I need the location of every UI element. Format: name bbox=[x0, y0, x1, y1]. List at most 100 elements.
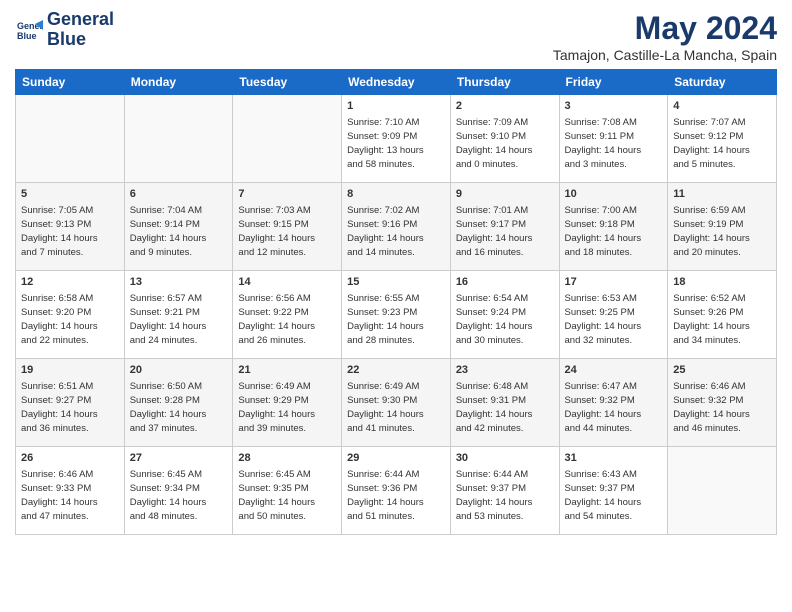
day-info: Sunrise: 6:46 AM Sunset: 9:32 PM Dayligh… bbox=[673, 381, 750, 434]
weekday-header-wednesday: Wednesday bbox=[342, 70, 451, 95]
calendar-table: SundayMondayTuesdayWednesdayThursdayFrid… bbox=[15, 69, 777, 535]
week-row-5: 26 Sunrise: 6:46 AM Sunset: 9:33 PM Dayli… bbox=[16, 447, 777, 535]
day-number: 3 bbox=[565, 99, 663, 114]
calendar-cell: 15 Sunrise: 6:55 AM Sunset: 9:23 PM Dayli… bbox=[342, 271, 451, 359]
calendar-cell: 10 Sunrise: 7:00 AM Sunset: 9:18 PM Dayli… bbox=[559, 183, 668, 271]
svg-text:Blue: Blue bbox=[17, 31, 37, 41]
day-info: Sunrise: 6:51 AM Sunset: 9:27 PM Dayligh… bbox=[21, 381, 98, 434]
day-number: 27 bbox=[130, 451, 228, 466]
day-info: Sunrise: 6:56 AM Sunset: 9:22 PM Dayligh… bbox=[238, 293, 315, 346]
day-number: 23 bbox=[456, 363, 554, 378]
calendar-cell: 11 Sunrise: 6:59 AM Sunset: 9:19 PM Dayli… bbox=[668, 183, 777, 271]
day-info: Sunrise: 7:04 AM Sunset: 9:14 PM Dayligh… bbox=[130, 205, 207, 258]
calendar-cell: 5 Sunrise: 7:05 AM Sunset: 9:13 PM Daylig… bbox=[16, 183, 125, 271]
day-info: Sunrise: 6:47 AM Sunset: 9:32 PM Dayligh… bbox=[565, 381, 642, 434]
day-info: Sunrise: 6:46 AM Sunset: 9:33 PM Dayligh… bbox=[21, 469, 98, 522]
day-number: 6 bbox=[130, 187, 228, 202]
day-info: Sunrise: 6:52 AM Sunset: 9:26 PM Dayligh… bbox=[673, 293, 750, 346]
day-number: 13 bbox=[130, 275, 228, 290]
calendar-cell: 27 Sunrise: 6:45 AM Sunset: 9:34 PM Dayli… bbox=[124, 447, 233, 535]
day-info: Sunrise: 6:49 AM Sunset: 9:29 PM Dayligh… bbox=[238, 381, 315, 434]
day-info: Sunrise: 7:02 AM Sunset: 9:16 PM Dayligh… bbox=[347, 205, 424, 258]
day-number: 29 bbox=[347, 451, 445, 466]
logo-icon: General Blue bbox=[15, 16, 43, 44]
day-number: 4 bbox=[673, 99, 771, 114]
day-info: Sunrise: 6:49 AM Sunset: 9:30 PM Dayligh… bbox=[347, 381, 424, 434]
day-info: Sunrise: 6:55 AM Sunset: 9:23 PM Dayligh… bbox=[347, 293, 424, 346]
calendar-cell: 1 Sunrise: 7:10 AM Sunset: 9:09 PM Daylig… bbox=[342, 95, 451, 183]
day-info: Sunrise: 6:45 AM Sunset: 9:34 PM Dayligh… bbox=[130, 469, 207, 522]
calendar-cell: 17Sunrise: 6:53 AM Sunset: 9:25 PM Dayli… bbox=[559, 271, 668, 359]
day-number: 22 bbox=[347, 363, 445, 378]
day-info: Sunrise: 6:45 AM Sunset: 9:35 PM Dayligh… bbox=[238, 469, 315, 522]
calendar-cell: 30 Sunrise: 6:44 AM Sunset: 9:37 PM Dayli… bbox=[450, 447, 559, 535]
calendar-cell: 8Sunrise: 7:02 AM Sunset: 9:16 PM Daylig… bbox=[342, 183, 451, 271]
calendar-cell: 6 Sunrise: 7:04 AM Sunset: 9:14 PM Daylig… bbox=[124, 183, 233, 271]
day-info: Sunrise: 6:59 AM Sunset: 9:19 PM Dayligh… bbox=[673, 205, 750, 258]
calendar-cell: 21 Sunrise: 6:49 AM Sunset: 9:29 PM Dayli… bbox=[233, 359, 342, 447]
day-info: Sunrise: 7:05 AM Sunset: 9:13 PM Dayligh… bbox=[21, 205, 98, 258]
day-number: 19 bbox=[21, 363, 119, 378]
calendar-cell: 19 Sunrise: 6:51 AM Sunset: 9:27 PM Dayli… bbox=[16, 359, 125, 447]
day-number: 21 bbox=[238, 363, 336, 378]
calendar-cell: 16Sunrise: 6:54 AM Sunset: 9:24 PM Dayli… bbox=[450, 271, 559, 359]
day-number: 15 bbox=[347, 275, 445, 290]
weekday-header-tuesday: Tuesday bbox=[233, 70, 342, 95]
calendar-cell: 13Sunrise: 6:57 AM Sunset: 9:21 PM Dayli… bbox=[124, 271, 233, 359]
calendar-cell: 14 Sunrise: 6:56 AM Sunset: 9:22 PM Dayli… bbox=[233, 271, 342, 359]
day-info: Sunrise: 7:10 AM Sunset: 9:09 PM Dayligh… bbox=[347, 117, 424, 170]
day-number: 30 bbox=[456, 451, 554, 466]
day-number: 1 bbox=[347, 99, 445, 114]
calendar-cell bbox=[233, 95, 342, 183]
calendar-cell: 23Sunrise: 6:48 AM Sunset: 9:31 PM Dayli… bbox=[450, 359, 559, 447]
calendar-cell: 29 Sunrise: 6:44 AM Sunset: 9:36 PM Dayli… bbox=[342, 447, 451, 535]
calendar-cell: 18Sunrise: 6:52 AM Sunset: 9:26 PM Dayli… bbox=[668, 271, 777, 359]
day-info: Sunrise: 6:50 AM Sunset: 9:28 PM Dayligh… bbox=[130, 381, 207, 434]
day-number: 25 bbox=[673, 363, 771, 378]
logo-text: General Blue bbox=[47, 10, 114, 50]
day-number: 28 bbox=[238, 451, 336, 466]
day-number: 26 bbox=[21, 451, 119, 466]
calendar-cell: 22 Sunrise: 6:49 AM Sunset: 9:30 PM Dayli… bbox=[342, 359, 451, 447]
header: General Blue General Blue May 2024 Tamaj… bbox=[15, 10, 777, 63]
day-info: Sunrise: 7:09 AM Sunset: 9:10 PM Dayligh… bbox=[456, 117, 533, 170]
day-number: 9 bbox=[456, 187, 554, 202]
weekday-header-row: SundayMondayTuesdayWednesdayThursdayFrid… bbox=[16, 70, 777, 95]
day-info: Sunrise: 6:58 AM Sunset: 9:20 PM Dayligh… bbox=[21, 293, 98, 346]
day-info: Sunrise: 6:44 AM Sunset: 9:37 PM Dayligh… bbox=[456, 469, 533, 522]
day-info: Sunrise: 6:44 AM Sunset: 9:36 PM Dayligh… bbox=[347, 469, 424, 522]
calendar-cell: 20 Sunrise: 6:50 AM Sunset: 9:28 PM Dayli… bbox=[124, 359, 233, 447]
calendar-cell: 2 Sunrise: 7:09 AM Sunset: 9:10 PM Daylig… bbox=[450, 95, 559, 183]
day-info: Sunrise: 7:01 AM Sunset: 9:17 PM Dayligh… bbox=[456, 205, 533, 258]
location-title: Tamajon, Castille-La Mancha, Spain bbox=[553, 47, 777, 63]
calendar-cell: 9 Sunrise: 7:01 AM Sunset: 9:17 PM Daylig… bbox=[450, 183, 559, 271]
day-number: 17 bbox=[565, 275, 663, 290]
day-number: 12 bbox=[21, 275, 119, 290]
day-number: 10 bbox=[565, 187, 663, 202]
day-info: Sunrise: 7:08 AM Sunset: 9:11 PM Dayligh… bbox=[565, 117, 642, 170]
day-info: Sunrise: 6:43 AM Sunset: 9:37 PM Dayligh… bbox=[565, 469, 642, 522]
weekday-header-saturday: Saturday bbox=[668, 70, 777, 95]
day-info: Sunrise: 7:07 AM Sunset: 9:12 PM Dayligh… bbox=[673, 117, 750, 170]
week-row-4: 19 Sunrise: 6:51 AM Sunset: 9:27 PM Dayli… bbox=[16, 359, 777, 447]
day-number: 2 bbox=[456, 99, 554, 114]
calendar-cell bbox=[668, 447, 777, 535]
weekday-header-monday: Monday bbox=[124, 70, 233, 95]
calendar-cell: 28 Sunrise: 6:45 AM Sunset: 9:35 PM Dayli… bbox=[233, 447, 342, 535]
calendar-cell: 4 Sunrise: 7:07 AM Sunset: 9:12 PM Daylig… bbox=[668, 95, 777, 183]
calendar-cell: 26 Sunrise: 6:46 AM Sunset: 9:33 PM Dayli… bbox=[16, 447, 125, 535]
week-row-1: 1 Sunrise: 7:10 AM Sunset: 9:09 PM Daylig… bbox=[16, 95, 777, 183]
day-number: 31 bbox=[565, 451, 663, 466]
day-info: Sunrise: 7:00 AM Sunset: 9:18 PM Dayligh… bbox=[565, 205, 642, 258]
calendar-cell: 3 Sunrise: 7:08 AM Sunset: 9:11 PM Daylig… bbox=[559, 95, 668, 183]
day-number: 5 bbox=[21, 187, 119, 202]
day-number: 20 bbox=[130, 363, 228, 378]
day-number: 14 bbox=[238, 275, 336, 290]
calendar-cell: 7 Sunrise: 7:03 AM Sunset: 9:15 PM Daylig… bbox=[233, 183, 342, 271]
week-row-2: 5 Sunrise: 7:05 AM Sunset: 9:13 PM Daylig… bbox=[16, 183, 777, 271]
day-number: 7 bbox=[238, 187, 336, 202]
day-number: 11 bbox=[673, 187, 771, 202]
day-number: 24 bbox=[565, 363, 663, 378]
day-info: Sunrise: 7:03 AM Sunset: 9:15 PM Dayligh… bbox=[238, 205, 315, 258]
calendar-cell bbox=[16, 95, 125, 183]
